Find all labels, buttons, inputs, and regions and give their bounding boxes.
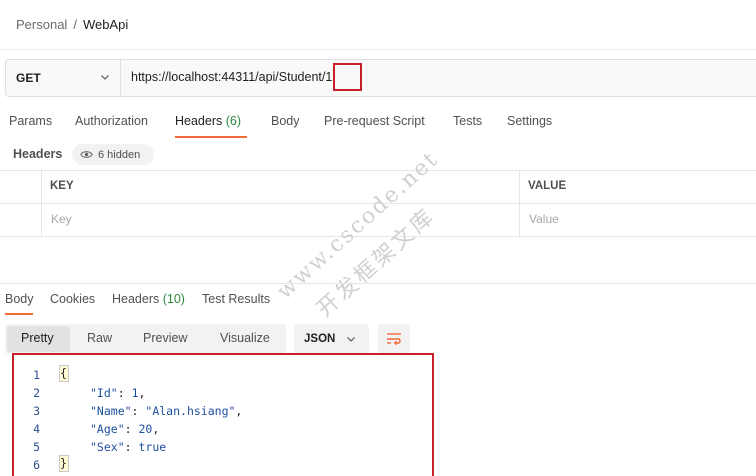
format-label: JSON: [304, 333, 336, 345]
hidden-headers-toggle[interactable]: 6 hidden: [72, 144, 154, 165]
line-number: 2: [33, 386, 40, 400]
watermark-cn: 开发框架文库: [312, 204, 440, 320]
json-key: "Age": [90, 422, 125, 436]
code-line: "Id": 1,: [90, 386, 146, 400]
view-visualize-button[interactable]: Visualize: [220, 331, 270, 345]
eye-icon: [80, 151, 93, 158]
watermark: www.cscode.net 开发框架文库: [272, 147, 443, 320]
format-select[interactable]: JSON: [294, 324, 369, 354]
method-select[interactable]: GET: [5, 59, 121, 97]
response-tab-cookies[interactable]: Cookies: [50, 292, 95, 306]
divider: [0, 49, 756, 50]
column-header-key: KEY: [50, 180, 74, 192]
line-number: 5: [33, 440, 40, 454]
tab-headers-count: (6): [225, 114, 242, 128]
code-line: "Sex": true: [90, 440, 167, 454]
tab-pre-request-script[interactable]: Pre-request Script: [324, 114, 425, 128]
tab-body[interactable]: Body: [271, 114, 300, 128]
view-raw-button[interactable]: Raw: [87, 331, 112, 345]
json-value: "Alan.hsiang": [145, 404, 236, 418]
json-key: "Sex": [90, 440, 125, 454]
response-tab-body[interactable]: Body: [5, 292, 34, 306]
response-tab-test-results[interactable]: Test Results: [202, 292, 270, 306]
table-border: [41, 170, 42, 236]
view-preview-button[interactable]: Preview: [143, 331, 187, 345]
column-header-value: VALUE: [528, 180, 567, 192]
json-value: true: [138, 440, 167, 454]
tab-tests[interactable]: Tests: [453, 114, 482, 128]
view-pretty-button[interactable]: Pretty: [21, 331, 54, 345]
key-input[interactable]: Key: [51, 212, 72, 226]
response-divider: [0, 283, 756, 284]
line-number: 4: [33, 422, 40, 436]
tab-headers-label: Headers: [175, 114, 223, 128]
json-key: "Name": [90, 404, 132, 418]
code-line: "Name": "Alan.hsiang",: [90, 404, 243, 418]
breadcrumb-workspace[interactable]: Personal: [16, 17, 67, 32]
response-tab-headers-count: (10): [162, 292, 185, 306]
tab-headers[interactable]: Headers (6): [175, 114, 241, 128]
code-line: }: [59, 455, 69, 472]
wrap-lines-icon: [387, 333, 401, 346]
json-value: 20: [138, 422, 153, 436]
table-border: [0, 236, 756, 237]
response-tab-headers[interactable]: Headers (10): [112, 292, 185, 306]
code-line: "Age": 20,: [90, 422, 160, 436]
table-border: [0, 203, 756, 204]
chevron-down-icon: [101, 75, 109, 80]
json-value: 1: [131, 386, 139, 400]
url-input[interactable]: https://localhost:44311/api/Student/1: [131, 70, 332, 84]
wrap-lines-button[interactable]: [378, 324, 410, 354]
tab-settings[interactable]: Settings: [507, 114, 552, 128]
close-brace: }: [59, 455, 69, 472]
headers-section-title: Headers: [13, 147, 63, 161]
chevron-down-icon: [347, 337, 355, 342]
code-line: {: [59, 365, 69, 382]
breadcrumb: Personal / WebApi: [16, 17, 128, 32]
response-tab-headers-label: Headers: [112, 292, 160, 306]
table-border: [519, 170, 520, 236]
value-input[interactable]: Value: [529, 212, 559, 226]
active-response-tab-indicator: [5, 313, 33, 315]
breadcrumb-separator: /: [73, 17, 77, 32]
breadcrumb-collection[interactable]: WebApi: [83, 17, 128, 32]
method-label: GET: [16, 71, 41, 85]
line-number: 3: [33, 404, 40, 418]
line-number: 1: [33, 368, 40, 382]
hidden-headers-label: 6 hidden: [98, 148, 141, 161]
json-key: "Id": [90, 386, 118, 400]
line-number: 6: [33, 458, 40, 472]
active-tab-indicator: [175, 136, 247, 138]
open-brace: {: [59, 365, 69, 382]
tab-params[interactable]: Params: [9, 114, 52, 128]
url-id-highlight: [333, 63, 362, 91]
tab-authorization[interactable]: Authorization: [75, 114, 148, 128]
table-border: [0, 170, 756, 171]
